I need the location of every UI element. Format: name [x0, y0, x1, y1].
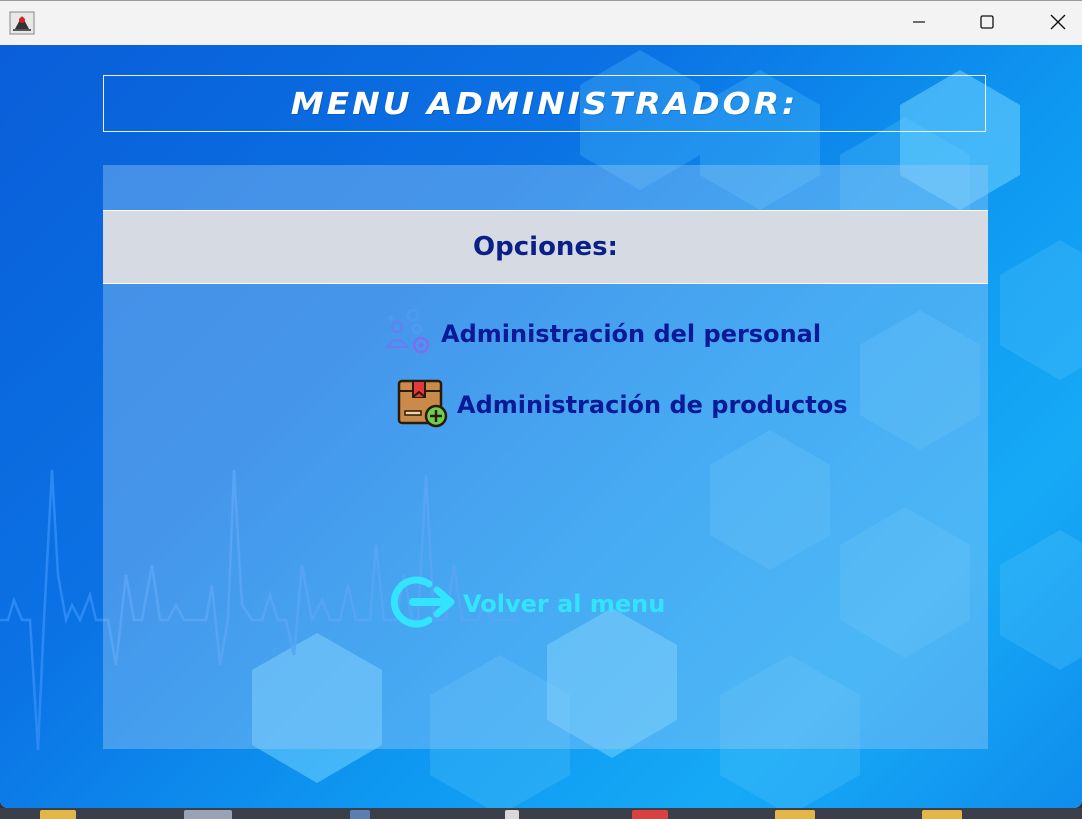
taskbar: [0, 808, 1082, 819]
maximize-icon: [979, 14, 995, 34]
logout-arrow-icon: [389, 570, 459, 638]
options-panel: Opciones: Administración del personal Ad…: [103, 165, 988, 749]
app-window: MENU ADMINISTRADOR: Opciones: Administra…: [0, 0, 1082, 808]
title-bar[interactable]: [0, 0, 1082, 46]
taskbar-folder-icon[interactable]: [775, 810, 815, 819]
close-button[interactable]: [1023, 1, 1082, 46]
product-management-option[interactable]: Administración de productos: [397, 377, 848, 433]
options-header: Opciones:: [103, 210, 988, 284]
taskbar-app-icon[interactable]: [350, 810, 370, 819]
back-to-menu-label: Volver al menu: [463, 590, 666, 618]
options-heading: Opciones:: [473, 232, 618, 262]
staff-management-option[interactable]: Administración del personal: [383, 305, 821, 363]
taskbar-folder-icon[interactable]: [922, 810, 962, 819]
staff-management-icon: [383, 305, 435, 363]
product-box-add-icon: [397, 377, 449, 433]
taskbar-app-icon[interactable]: [505, 810, 519, 819]
close-icon: [1050, 14, 1066, 34]
maximize-button[interactable]: [952, 1, 1022, 46]
title-box: MENU ADMINISTRADOR:: [103, 75, 986, 132]
minimize-icon: [912, 14, 926, 33]
product-management-label: Administración de productos: [457, 391, 848, 419]
taskbar-app-icon[interactable]: [184, 810, 232, 819]
java-duke-icon: [9, 11, 35, 35]
main-content: MENU ADMINISTRADOR: Opciones: Administra…: [0, 45, 1082, 808]
taskbar-app-icon[interactable]: [632, 810, 668, 819]
back-to-menu-button[interactable]: Volver al menu: [389, 570, 665, 638]
page-title: MENU ADMINISTRADOR:: [290, 85, 799, 122]
taskbar-folder-icon[interactable]: [40, 810, 76, 819]
staff-management-label: Administración del personal: [441, 320, 822, 348]
minimize-button[interactable]: [884, 1, 954, 46]
